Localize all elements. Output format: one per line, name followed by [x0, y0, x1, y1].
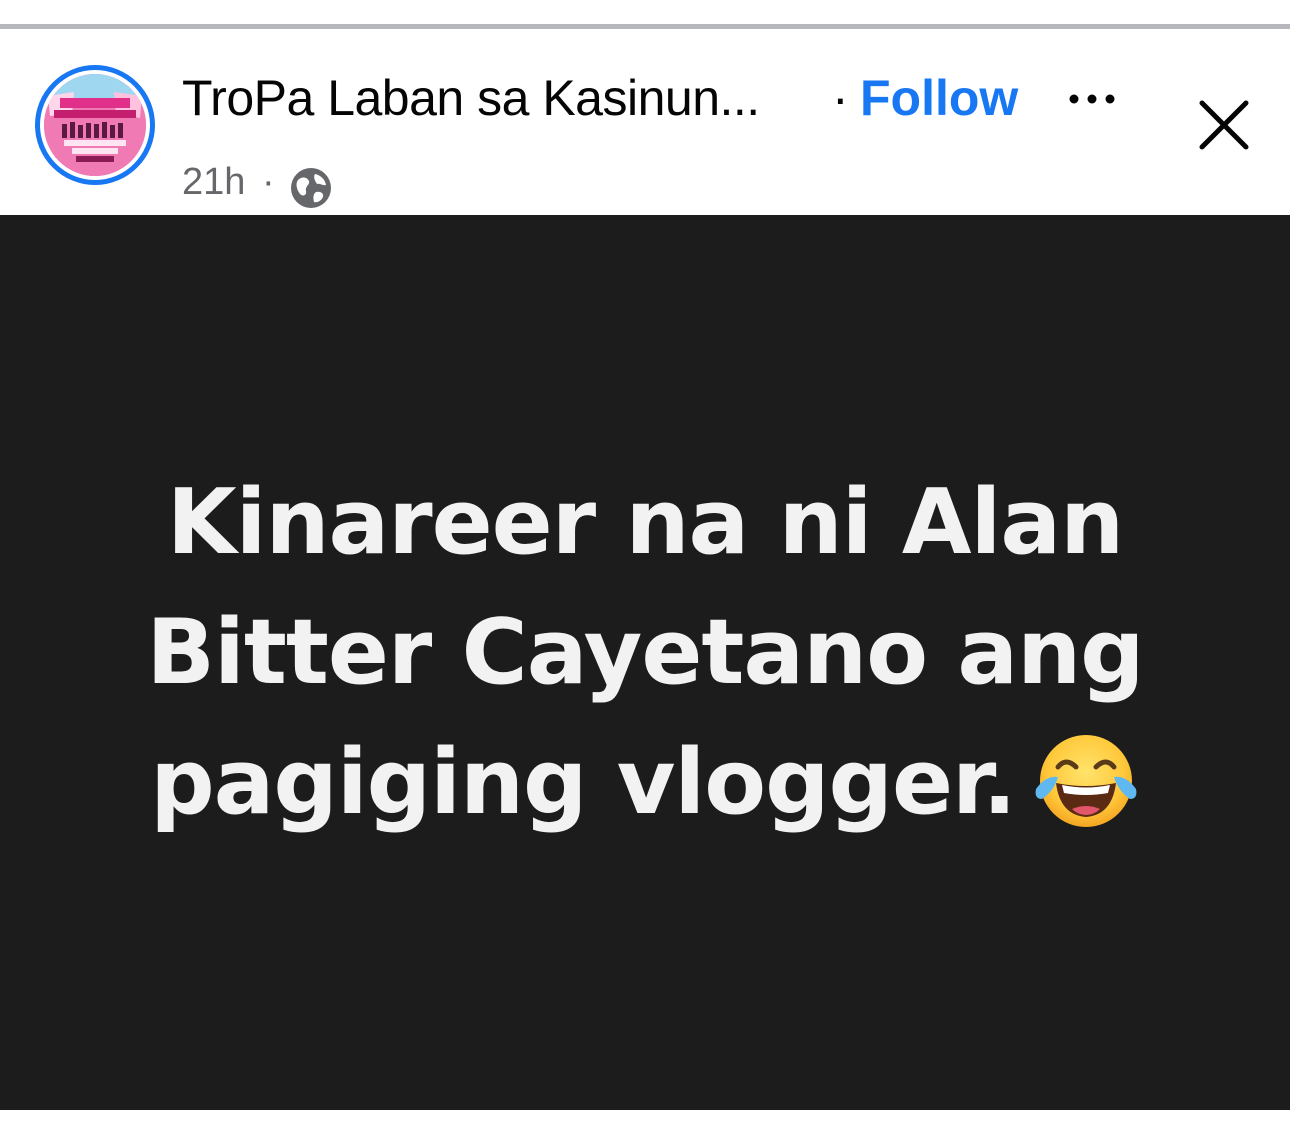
top-strip — [0, 0, 1290, 24]
page-avatar-image — [44, 74, 146, 176]
follow-button[interactable]: Follow — [860, 69, 1018, 127]
bottom-strip — [0, 1110, 1290, 1128]
post-text: Kinareer na ni Alan Bitter Cayetano ang … — [90, 458, 1200, 848]
page-avatar[interactable] — [35, 65, 155, 185]
more-options-button[interactable] — [1062, 87, 1122, 117]
post-header: TroPa Laban sa Kasinun... · Follow 21h · — [0, 29, 1290, 215]
post-body-text: Kinareer na ni Alan Bitter Cayetano ang … — [146, 469, 1144, 835]
post-text-background: Kinareer na ni Alan Bitter Cayetano ang … — [0, 215, 1290, 1110]
close-button[interactable] — [1196, 97, 1252, 153]
close-icon — [1199, 100, 1249, 150]
page-name[interactable]: TroPa Laban sa Kasinun... — [182, 69, 760, 127]
timestamp-separator: · — [262, 161, 275, 203]
globe-icon — [289, 166, 333, 210]
more-options-icon — [1069, 94, 1115, 104]
name-separator: · — [832, 70, 849, 126]
post-timestamp[interactable]: 21h — [182, 161, 245, 204]
face-with-tears-of-joy-icon — [1032, 727, 1140, 835]
